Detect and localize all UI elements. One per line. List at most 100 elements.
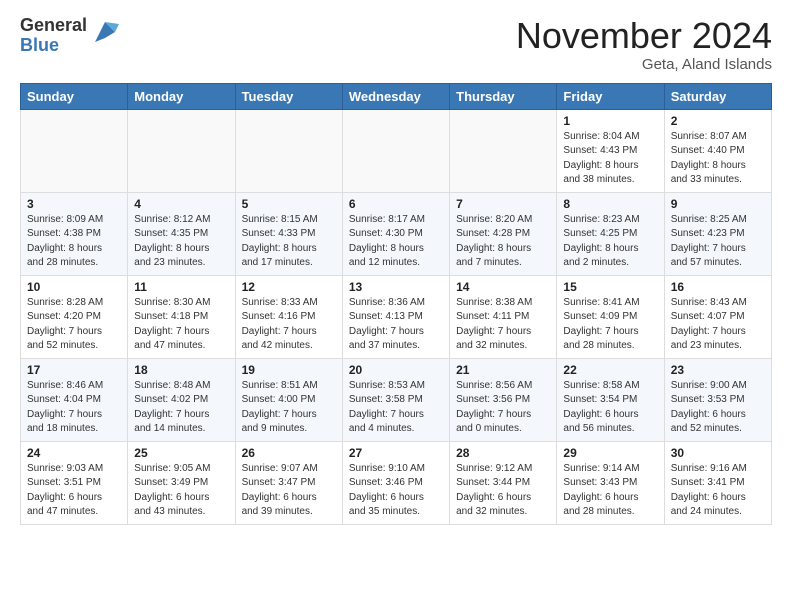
logo: General Blue [20,16,119,56]
page: General Blue November 2024 Geta, Aland I… [0,0,792,535]
weekday-header-sunday: Sunday [21,83,128,109]
calendar-cell: 27 Sunrise: 9:10 AMSunset: 3:46 PMDayligh… [342,441,449,524]
calendar-cell [450,109,557,192]
day-number: 1 [563,114,657,128]
day-info: Sunrise: 9:10 AMSunset: 3:46 PMDaylight:… [349,462,443,520]
day-info: Sunrise: 8:36 AMSunset: 4:13 PMDaylight:… [349,296,443,354]
day-info: Sunrise: 8:41 AMSunset: 4:09 PMDaylight:… [563,296,657,354]
day-info: Sunrise: 9:07 AMSunset: 3:47 PMDaylight:… [242,462,336,520]
title-block: November 2024 Geta, Aland Islands [516,16,772,73]
calendar-week-2: 3Sunrise: 8:09 AMSunset: 4:38 PMDaylight… [21,192,772,275]
day-number: 25 [134,446,228,460]
calendar-cell: 5Sunrise: 8:15 AMSunset: 4:33 PMDaylight… [235,192,342,275]
day-info: Sunrise: 9:00 AMSunset: 3:53 PMDaylight:… [671,379,765,437]
day-info: Sunrise: 8:51 AMSunset: 4:00 PMDaylight:… [242,379,336,437]
day-info: Sunrise: 8:33 AMSunset: 4:16 PMDaylight:… [242,296,336,354]
day-info: Sunrise: 8:58 AMSunset: 3:54 PMDaylight:… [563,379,657,437]
day-info: Sunrise: 8:43 AMSunset: 4:07 PMDaylight:… [671,296,765,354]
weekday-header-thursday: Thursday [450,83,557,109]
day-info: Sunrise: 8:48 AMSunset: 4:02 PMDaylight:… [134,379,228,437]
calendar-week-4: 17Sunrise: 8:46 AMSunset: 4:04 PMDayligh… [21,358,772,441]
day-number: 10 [27,280,121,294]
day-number: 15 [563,280,657,294]
calendar-cell [21,109,128,192]
weekday-header-wednesday: Wednesday [342,83,449,109]
calendar-cell: 18 Sunrise: 8:48 AMSunset: 4:02 PMDayligh… [128,358,235,441]
day-number: 29 [563,446,657,460]
day-number: 27 [349,446,443,460]
calendar-cell: 8 Sunrise: 8:23 AMSunset: 4:25 PMDaylight… [557,192,664,275]
day-info: Sunrise: 8:04 AMSunset: 4:43 PMDaylight:… [563,130,657,188]
day-info: Sunrise: 8:30 AMSunset: 4:18 PMDaylight:… [134,296,228,354]
day-number: 12 [242,280,336,294]
calendar-header-row: SundayMondayTuesdayWednesdayThursdayFrid… [21,83,772,109]
calendar-week-3: 10 Sunrise: 8:28 AMSunset: 4:20 PMDayligh… [21,275,772,358]
calendar-cell: 6 Sunrise: 8:17 AMSunset: 4:30 PMDaylight… [342,192,449,275]
weekday-header-monday: Monday [128,83,235,109]
day-info: Sunrise: 8:25 AMSunset: 4:23 PMDaylight:… [671,213,765,271]
day-info: Sunrise: 9:05 AMSunset: 3:49 PMDaylight:… [134,462,228,520]
day-number: 6 [349,197,443,211]
logo-text: General Blue [20,16,87,56]
day-number: 8 [563,197,657,211]
day-info: Sunrise: 9:12 AMSunset: 3:44 PMDaylight:… [456,462,550,520]
calendar-cell: 10 Sunrise: 8:28 AMSunset: 4:20 PMDayligh… [21,275,128,358]
calendar-cell: 12 Sunrise: 8:33 AMSunset: 4:16 PMDayligh… [235,275,342,358]
calendar-cell: 20 Sunrise: 8:53 AMSunset: 3:58 PMDayligh… [342,358,449,441]
day-number: 23 [671,363,765,377]
calendar-cell: 1 Sunrise: 8:04 AMSunset: 4:43 PMDaylight… [557,109,664,192]
calendar-cell [342,109,449,192]
day-info: Sunrise: 8:15 AMSunset: 4:33 PMDaylight:… [242,213,336,271]
day-info: Sunrise: 8:28 AMSunset: 4:20 PMDaylight:… [27,296,121,354]
day-number: 14 [456,280,550,294]
weekday-header-tuesday: Tuesday [235,83,342,109]
day-number: 11 [134,280,228,294]
weekday-header-saturday: Saturday [664,83,771,109]
day-info: Sunrise: 8:53 AMSunset: 3:58 PMDaylight:… [349,379,443,437]
day-number: 18 [134,363,228,377]
day-info: Sunrise: 9:03 AMSunset: 3:51 PMDaylight:… [27,462,121,520]
day-number: 21 [456,363,550,377]
day-number: 22 [563,363,657,377]
calendar-cell: 21 Sunrise: 8:56 AMSunset: 3:56 PMDayligh… [450,358,557,441]
calendar-cell: 23 Sunrise: 9:00 AMSunset: 3:53 PMDayligh… [664,358,771,441]
calendar-cell: 26 Sunrise: 9:07 AMSunset: 3:47 PMDayligh… [235,441,342,524]
day-info: Sunrise: 8:12 AMSunset: 4:35 PMDaylight:… [134,213,228,271]
day-info: Sunrise: 8:23 AMSunset: 4:25 PMDaylight:… [563,213,657,271]
header: General Blue November 2024 Geta, Aland I… [20,16,772,73]
day-number: 13 [349,280,443,294]
calendar-cell: 7Sunrise: 8:20 AMSunset: 4:28 PMDaylight… [450,192,557,275]
calendar-cell [235,109,342,192]
calendar-cell: 17Sunrise: 8:46 AMSunset: 4:04 PMDayligh… [21,358,128,441]
calendar-cell: 25 Sunrise: 9:05 AMSunset: 3:49 PMDayligh… [128,441,235,524]
weekday-header-friday: Friday [557,83,664,109]
calendar-cell: 2 Sunrise: 8:07 AMSunset: 4:40 PMDaylight… [664,109,771,192]
calendar-week-1: 1 Sunrise: 8:04 AMSunset: 4:43 PMDaylight… [21,109,772,192]
day-number: 16 [671,280,765,294]
calendar-cell [128,109,235,192]
day-info: Sunrise: 8:17 AMSunset: 4:30 PMDaylight:… [349,213,443,271]
logo-blue: Blue [20,36,87,56]
day-info: Sunrise: 8:38 AMSunset: 4:11 PMDaylight:… [456,296,550,354]
day-number: 30 [671,446,765,460]
calendar-table: SundayMondayTuesdayWednesdayThursdayFrid… [20,83,772,525]
day-number: 28 [456,446,550,460]
calendar-cell: 14 Sunrise: 8:38 AMSunset: 4:11 PMDayligh… [450,275,557,358]
day-info: Sunrise: 8:20 AMSunset: 4:28 PMDaylight:… [456,213,550,271]
day-number: 20 [349,363,443,377]
calendar-cell: 29 Sunrise: 9:14 AMSunset: 3:43 PMDayligh… [557,441,664,524]
day-number: 2 [671,114,765,128]
day-info: Sunrise: 8:56 AMSunset: 3:56 PMDaylight:… [456,379,550,437]
day-number: 4 [134,197,228,211]
calendar-cell: 13 Sunrise: 8:36 AMSunset: 4:13 PMDayligh… [342,275,449,358]
calendar-cell: 30Sunrise: 9:16 AMSunset: 3:41 PMDayligh… [664,441,771,524]
day-info: Sunrise: 8:09 AMSunset: 4:38 PMDaylight:… [27,213,121,271]
calendar-cell: 4 Sunrise: 8:12 AMSunset: 4:35 PMDaylight… [128,192,235,275]
logo-general: General [20,16,87,36]
day-info: Sunrise: 8:07 AMSunset: 4:40 PMDaylight:… [671,130,765,188]
day-number: 26 [242,446,336,460]
calendar-cell: 28 Sunrise: 9:12 AMSunset: 3:44 PMDayligh… [450,441,557,524]
day-info: Sunrise: 9:14 AMSunset: 3:43 PMDaylight:… [563,462,657,520]
day-info: Sunrise: 8:46 AMSunset: 4:04 PMDaylight:… [27,379,121,437]
calendar-cell: 9Sunrise: 8:25 AMSunset: 4:23 PMDaylight… [664,192,771,275]
